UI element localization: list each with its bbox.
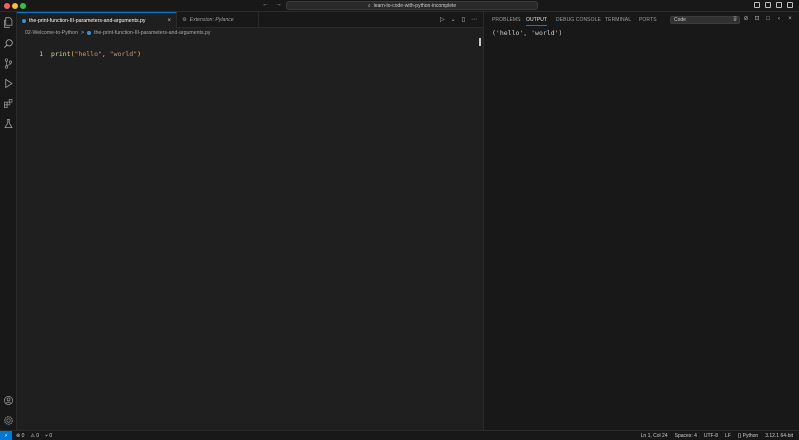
toggle-secondary-sidebar-icon[interactable] [776, 2, 782, 8]
run-and-debug-icon[interactable] [3, 78, 14, 89]
tab-terminal[interactable]: TERMINAL [605, 17, 631, 23]
tab-label: Extension: Pylance [189, 17, 234, 23]
command-center-label: learn-to-code-with-python-incomplete [373, 2, 457, 9]
code-text[interactable]: print("hello", "world") [51, 50, 141, 58]
breadcrumb-file[interactable]: the-print-function-III-parameters-and-ar… [94, 30, 210, 36]
command-center[interactable]: ⌕ learn-to-code-with-python-incomplete [286, 1, 538, 10]
extensions-icon[interactable] [3, 98, 14, 109]
tab-ports[interactable]: PORTS [639, 17, 657, 23]
settings-gear-icon[interactable] [3, 415, 14, 426]
close-icon[interactable]: × [167, 18, 171, 24]
maximize-panel-icon[interactable]: □ [765, 16, 771, 22]
extension-icon: ⚙ [182, 17, 187, 23]
line-number: 1 [39, 49, 43, 58]
python-file-icon [22, 18, 26, 23]
close-panel-icon[interactable]: × [787, 16, 793, 22]
activity-bar [0, 12, 17, 430]
code-line[interactable]: 1 print("hello", "world") [17, 49, 141, 58]
source-control-icon[interactable] [3, 58, 14, 69]
run-menu-chevron-icon[interactable]: ⌄ [451, 16, 456, 23]
tab-problems[interactable]: PROBLEMS [492, 17, 521, 23]
language-mode[interactable]: {} Python [738, 433, 758, 439]
more-actions-icon[interactable]: ⋯ [471, 16, 477, 23]
window-maximize-button[interactable] [20, 3, 26, 9]
ports-count[interactable]: ⑂ 0 [45, 433, 52, 439]
run-python-file-icon[interactable]: ▷ [440, 16, 445, 23]
encoding[interactable]: UTF-8 [704, 433, 718, 439]
forward-arrow-icon[interactable]: → [275, 1, 282, 8]
search-icon[interactable] [3, 38, 14, 49]
indentation[interactable]: Spaces: 4 [675, 433, 697, 439]
clear-output-icon[interactable]: ⊘ [743, 16, 749, 22]
scrollbar-cursor-marker [479, 38, 481, 46]
tab-output[interactable]: OUTPUT [526, 17, 548, 26]
code-close-paren: ) [137, 49, 142, 58]
remote-indicator[interactable]: ⚡ [0, 431, 12, 440]
title-bar: ← → ⌕ learn-to-code-with-python-incomple… [0, 0, 799, 12]
tab-label: the-print-function-III-parameters-and-ar… [29, 17, 146, 24]
chevron-left-icon[interactable]: ‹ [776, 16, 782, 22]
toggle-panel-icon[interactable] [765, 2, 771, 8]
breadcrumb-folder[interactable]: 02-Welcome-to-Python [25, 30, 78, 36]
lock-scroll-icon[interactable]: ⊡ [754, 16, 760, 22]
tab-print-function-file[interactable]: the-print-function-III-parameters-and-ar… [17, 12, 177, 28]
breadcrumb-separator: > [80, 30, 84, 36]
python-interpreter[interactable]: 3.12.1 64-bit [765, 433, 793, 439]
testing-icon[interactable] [3, 118, 14, 129]
filter-icon[interactable]: ≡ [732, 16, 738, 22]
cursor-position[interactable]: Ln 1, Col 24 [641, 433, 668, 439]
end-of-line[interactable]: LF [725, 433, 731, 439]
output-channel-value: Code [674, 17, 686, 23]
status-bar: ⚡ ⊗ 0 ⚠ 0 ⑂ 0 Ln 1, Col 24 Spaces: 4 UTF… [0, 430, 799, 440]
search-icon: ⌕ [367, 2, 371, 9]
accounts-icon[interactable] [3, 395, 14, 406]
output-text: ('hello', 'world') [492, 29, 563, 37]
explorer-icon[interactable] [3, 17, 14, 28]
code-function-name: print [51, 49, 71, 58]
errors-count[interactable]: ⊗ 0 [16, 433, 24, 439]
toggle-primary-sidebar-icon[interactable] [754, 2, 760, 8]
code-separator: , [101, 49, 110, 58]
code-string-world: "world" [109, 49, 138, 58]
output-channel-select[interactable]: Code ⌄ [670, 16, 740, 24]
panel-tabs: PROBLEMS OUTPUT DEBUG CONSOLE TERMINAL P… [484, 12, 799, 29]
breadcrumb: 02-Welcome-to-Python > the-print-functio… [25, 29, 210, 37]
editor-group: the-print-function-III-parameters-and-ar… [17, 12, 483, 430]
warnings-count[interactable]: ⚠ 0 [30, 433, 39, 439]
code-string-hello: "hello" [74, 49, 102, 58]
tab-extension-pylance[interactable]: ⚙ Extension: Pylance [177, 12, 259, 28]
customize-layout-icon[interactable] [787, 2, 793, 8]
editor-tabs: the-print-function-III-parameters-and-ar… [17, 12, 483, 28]
split-editor-icon[interactable]: ▯ [462, 16, 465, 23]
tab-debug-console[interactable]: DEBUG CONSOLE [556, 17, 601, 23]
window-minimize-button[interactable] [12, 3, 18, 9]
python-file-icon [87, 31, 91, 35]
output-panel: PROBLEMS OUTPUT DEBUG CONSOLE TERMINAL P… [484, 12, 799, 430]
window-close-button[interactable] [4, 3, 10, 9]
back-arrow-icon[interactable]: ← [262, 1, 269, 8]
